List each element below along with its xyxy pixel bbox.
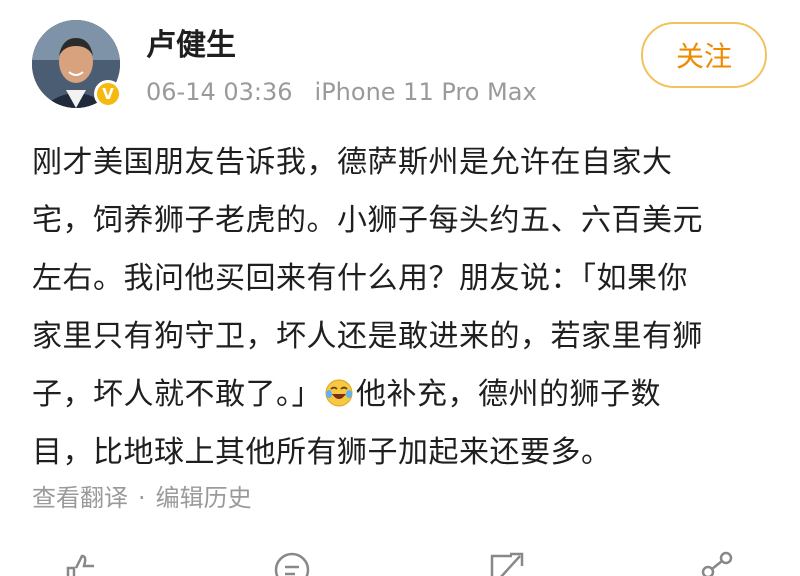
comment-icon[interactable]: [272, 548, 312, 576]
laughing-crying-emoji-icon: [324, 370, 354, 407]
post-line: 目，比地球上其他所有狮子加起来还要多。: [32, 435, 612, 470]
separator-dot: ·: [138, 484, 146, 512]
bottom-action-bar: [0, 548, 800, 576]
edit-history-link[interactable]: 编辑历史: [156, 484, 252, 512]
post-text: 他补充，德州的狮子数: [356, 377, 661, 412]
weibo-post: V 卢健生 06-14 03:36 iPhone 11 Pro Max 关注 刚才…: [0, 0, 800, 576]
follow-button[interactable]: 关注: [641, 22, 767, 88]
like-icon[interactable]: [60, 548, 100, 576]
username[interactable]: 卢健生: [146, 20, 236, 64]
post-content: 刚才美国朋友告诉我，德萨斯州是允许在自家大 宅，饲养狮子老虎的。小狮子每头约五、…: [32, 134, 772, 482]
share-icon[interactable]: [698, 548, 738, 576]
translate-link[interactable]: 查看翻译: [32, 484, 128, 512]
post-timestamp: 06-14 03:36: [146, 78, 293, 106]
post-meta: 06-14 03:36 iPhone 11 Pro Max: [146, 78, 537, 106]
post-line: 宅，饲养狮子老虎的。小狮子每头约五、六百美元: [32, 203, 703, 238]
post-text: 子，坏人就不敢了。」: [32, 377, 322, 412]
post-device: iPhone 11 Pro Max: [314, 78, 537, 106]
post-line: 刚才美国朋友告诉我，德萨斯州是允许在自家大: [32, 145, 673, 180]
post-footer-links: 查看翻译 · 编辑历史: [32, 478, 252, 513]
verified-badge-icon: V: [94, 80, 122, 108]
post-line: 左右。我问他买回来有什么用？朋友说：「如果你: [32, 261, 688, 296]
repost-icon[interactable]: [486, 548, 526, 576]
post-line: 家里只有狗守卫，坏人还是敢进来的，若家里有狮: [32, 319, 703, 354]
post-line-with-emoji: 子，坏人就不敢了。」 他补充，德州的狮子数: [32, 366, 772, 424]
avatar[interactable]: V: [32, 20, 122, 108]
